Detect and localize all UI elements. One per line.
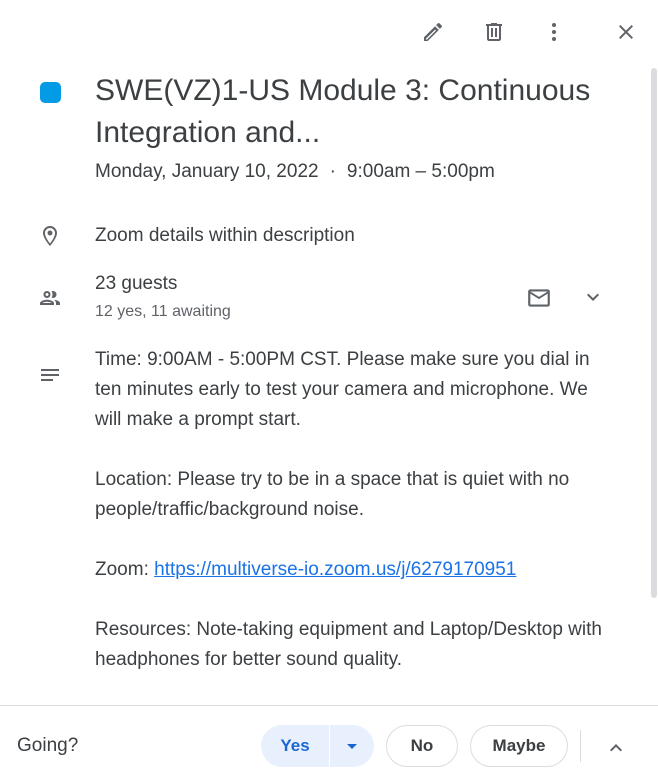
event-location: Zoom details within description xyxy=(95,225,355,246)
event-title: SWE(VZ)1-US Module 3: Continuous Integra… xyxy=(95,74,591,149)
more-options-button[interactable] xyxy=(536,14,572,50)
zoom-label: Zoom: xyxy=(95,559,155,580)
event-details: SWE(VZ)1-US Module 3: Continuous Integra… xyxy=(0,64,648,704)
location-pin-icon xyxy=(38,224,62,248)
chevron-up-icon xyxy=(610,744,622,752)
event-color-chip xyxy=(40,82,61,103)
edit-button[interactable] xyxy=(415,14,451,50)
rsvp-yes-group: Yes xyxy=(261,725,374,767)
email-guests-button[interactable] xyxy=(523,282,555,314)
guest-summary: 12 yes, 11 awaiting xyxy=(95,303,231,320)
people-icon xyxy=(38,286,62,310)
chevron-down-icon xyxy=(587,293,599,301)
datetime-separator: · xyxy=(329,161,336,182)
event-description: Time: 9:00AM - 5:00PM CST. Please make s… xyxy=(95,345,615,704)
rsvp-bar: Going? Yes No Maybe xyxy=(0,705,658,776)
scrollbar[interactable] xyxy=(650,64,658,599)
expand-guests-button[interactable] xyxy=(578,282,608,312)
description-time: Time: 9:00AM - 5:00PM CST. Please make s… xyxy=(95,349,590,430)
description-zoom: Zoom: https://multiverse-io.zoom.us/j/62… xyxy=(95,555,615,585)
description-resources: Resources: Note-taking equipment and Lap… xyxy=(95,619,602,670)
event-toolbar xyxy=(0,0,658,64)
event-date: Monday, January 10, 2022 xyxy=(95,161,319,182)
description-location: Location: Please try to be in a space th… xyxy=(95,469,570,520)
rsvp-no-button[interactable]: No xyxy=(386,725,458,767)
delete-icon xyxy=(486,23,502,41)
caret-down-icon xyxy=(347,743,357,749)
close-button[interactable] xyxy=(608,14,644,50)
rsvp-label: Going? xyxy=(17,735,79,756)
rsvp-yes-button[interactable]: Yes xyxy=(261,736,329,756)
edit-icon xyxy=(424,22,443,41)
mail-icon xyxy=(528,289,550,307)
event-datetime: Monday, January 10, 2022 · 9:00am – 5:00pm xyxy=(95,160,495,184)
zoom-link[interactable]: https://multiverse-io.zoom.us/j/62791709… xyxy=(154,559,516,580)
more-vert-icon xyxy=(552,23,556,41)
scrollbar-thumb[interactable] xyxy=(651,68,657,598)
guest-count[interactable]: 23 guests xyxy=(95,272,177,296)
event-time: 9:00am – 5:00pm xyxy=(346,161,495,182)
collapse-rsvp-button[interactable] xyxy=(602,734,630,762)
rsvp-yes-dropdown[interactable] xyxy=(330,743,374,749)
delete-button[interactable] xyxy=(476,14,512,50)
footer-divider xyxy=(580,730,581,762)
rsvp-maybe-button[interactable]: Maybe xyxy=(470,725,568,767)
notes-icon xyxy=(38,363,62,387)
close-icon xyxy=(619,25,633,39)
